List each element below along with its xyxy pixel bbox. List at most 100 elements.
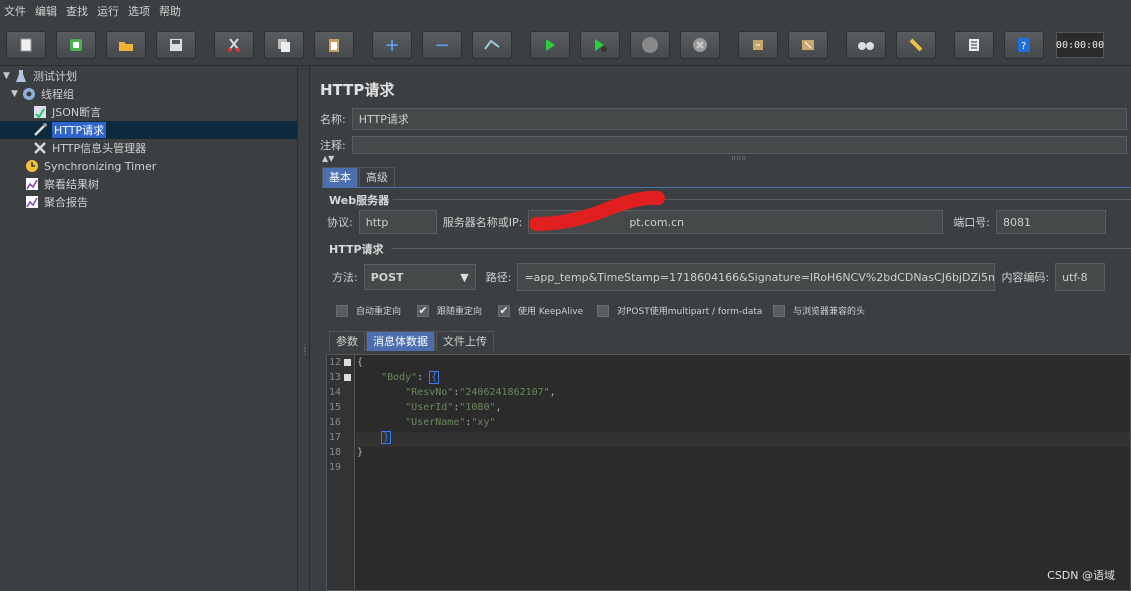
copy-icon [278, 39, 290, 52]
svg-text:?: ? [1021, 41, 1026, 52]
code-line: "ResvNo": "2406241862107", [357, 387, 556, 398]
menu-help[interactable]: 帮助 [159, 3, 181, 19]
function-helper-button[interactable] [954, 31, 994, 59]
paste-button[interactable] [314, 31, 354, 59]
menu-file[interactable]: 文件 [4, 3, 26, 19]
play-icon [546, 39, 555, 51]
plus-icon: + [384, 34, 400, 56]
browser-headers-checkbox[interactable]: 与浏览器兼容的头 [773, 304, 865, 317]
splitter-grip-icon: ⋮ ⋮ [301, 343, 309, 356]
auto-redirect-checkbox[interactable]: 自动重定向 [336, 304, 401, 317]
stop-icon [642, 37, 658, 53]
http-request-group-title: HTTP请求 [329, 243, 384, 256]
stop-button[interactable] [630, 31, 670, 59]
fold-icon[interactable] [344, 359, 351, 366]
code-line: "UserName": "xy" [357, 417, 496, 428]
method-select[interactable]: POST ▼ [363, 264, 476, 290]
keepalive-checkbox[interactable]: ✔ 使用 KeepAlive [498, 304, 583, 317]
drag-handle-icon[interactable]: ⠶⠶⠶ [731, 154, 746, 162]
tree-item-test-plan[interactable]: ▼ 测试计划 [3, 67, 77, 85]
checkbox-box [773, 304, 785, 317]
tree-item-aggregate-report[interactable]: 聚合报告 [24, 193, 88, 211]
clear-all-button[interactable] [788, 31, 828, 59]
expand-arrow[interactable]: ▼ [11, 89, 21, 99]
name-row: 名称: HTTP请求 [320, 108, 1127, 130]
tree-item-label: 察看结果树 [44, 178, 99, 191]
tab-advanced[interactable]: 高级 [359, 167, 395, 187]
tree-item-label: Synchronizing Timer [44, 159, 157, 173]
tree-item-header-manager[interactable]: HTTP信息头管理器 [32, 139, 146, 157]
collapse-button[interactable]: − [422, 31, 462, 59]
wrench-icon [32, 140, 48, 156]
name-label: 名称: [320, 113, 346, 126]
checkbox-label: 跟随重定向 [437, 307, 483, 317]
help-icon: ? [1018, 38, 1030, 52]
cut-button[interactable] [214, 31, 254, 59]
checkbox-box [336, 304, 348, 317]
server-row: 协议: http 服务器名称或IP: pt.com.cn 端口号: 8081 [327, 210, 1107, 234]
start-no-pause-button[interactable] [580, 31, 620, 59]
play-no-pause-icon [595, 39, 607, 52]
code-line: { [357, 357, 364, 368]
tree-item-sync-timer[interactable]: Synchronizing Timer [24, 157, 156, 175]
open-button[interactable] [106, 31, 146, 59]
comment-input[interactable] [351, 136, 1127, 154]
panel-title: HTTP请求 [320, 81, 395, 99]
elapsed-timer: 00:00:00 [1056, 32, 1104, 58]
expand-button[interactable]: + [372, 31, 412, 59]
search-button[interactable] [846, 31, 886, 59]
menu-edit[interactable]: 编辑 [35, 3, 57, 19]
fold-icon[interactable] [344, 374, 351, 381]
tab-body-data[interactable]: 消息体数据 [366, 331, 435, 351]
shutdown-icon [693, 38, 707, 52]
protocol-input[interactable]: http [358, 210, 437, 234]
name-input[interactable]: HTTP请求 [351, 108, 1127, 130]
menu-bar: 文件 编辑 查找 运行 选项 帮助 [0, 0, 1131, 22]
menu-run[interactable]: 运行 [97, 3, 119, 19]
menu-search[interactable]: 查找 [66, 3, 88, 19]
start-button[interactable] [530, 31, 570, 59]
toggle-icon [484, 39, 500, 50]
shutdown-button[interactable] [680, 31, 720, 59]
save-icon [170, 39, 182, 51]
expand-arrow[interactable]: ▼ [3, 71, 13, 81]
tab-file-upload[interactable]: 文件上传 [436, 331, 494, 351]
tree-item-results-tree[interactable]: 察看结果树 [24, 175, 99, 193]
tab-parameters[interactable]: 参数 [329, 331, 365, 351]
follow-redirect-checkbox[interactable]: ✔ 跟随重定向 [417, 304, 482, 317]
new-button[interactable] [6, 31, 46, 59]
body-data-editor[interactable]: 12 13 14 15 16 17 18 19 { "Body": { "Res… [326, 354, 1131, 591]
port-input[interactable]: 8081 [996, 210, 1107, 234]
tree-item-label: HTTP信息头管理器 [52, 142, 147, 155]
multipart-checkbox[interactable]: 对POST使用multipart / form-data [597, 304, 762, 317]
redaction-mark [530, 190, 665, 231]
copy-button[interactable] [264, 31, 304, 59]
tree-item-label: 聚合报告 [44, 196, 88, 209]
list-icon [969, 39, 979, 51]
folder-icon [119, 42, 133, 51]
line-number: 19 [329, 462, 342, 473]
method-label: 方法: [332, 271, 358, 284]
clear-button[interactable] [738, 31, 778, 59]
path-input[interactable]: =app_temp&TimeStamp=1718604166&Signature… [517, 263, 996, 291]
tree-item-thread-group[interactable]: ▼ 线程组 [11, 85, 74, 103]
line-number: 13 [329, 370, 351, 385]
save-button[interactable] [156, 31, 196, 59]
tree-item-json-assertion[interactable]: JSON断言 [32, 103, 101, 121]
tab-basic[interactable]: 基本 [322, 167, 358, 187]
help-button[interactable]: ? [1004, 31, 1044, 59]
toggle-button[interactable] [472, 31, 512, 59]
panel-splitter[interactable]: ⋮ ⋮ [298, 66, 310, 591]
checkmark-icon: ✔ [498, 304, 510, 317]
comment-label: 注释: [320, 139, 346, 152]
templates-button[interactable] [56, 31, 96, 59]
encoding-input[interactable]: utf-8 [1055, 263, 1106, 291]
menu-options[interactable]: 选项 [128, 3, 150, 19]
collapse-arrows-icon[interactable]: ▲▼ [322, 154, 334, 163]
reset-search-button[interactable] [896, 31, 936, 59]
json-key-body: "Body" [357, 372, 418, 383]
tree-item-http-request[interactable]: HTTP请求 [0, 121, 297, 139]
tree-item-label: JSON断言 [52, 106, 102, 119]
checkbox-label: 自动重定向 [356, 307, 402, 317]
encoding-label: 内容编码: [1001, 271, 1050, 284]
